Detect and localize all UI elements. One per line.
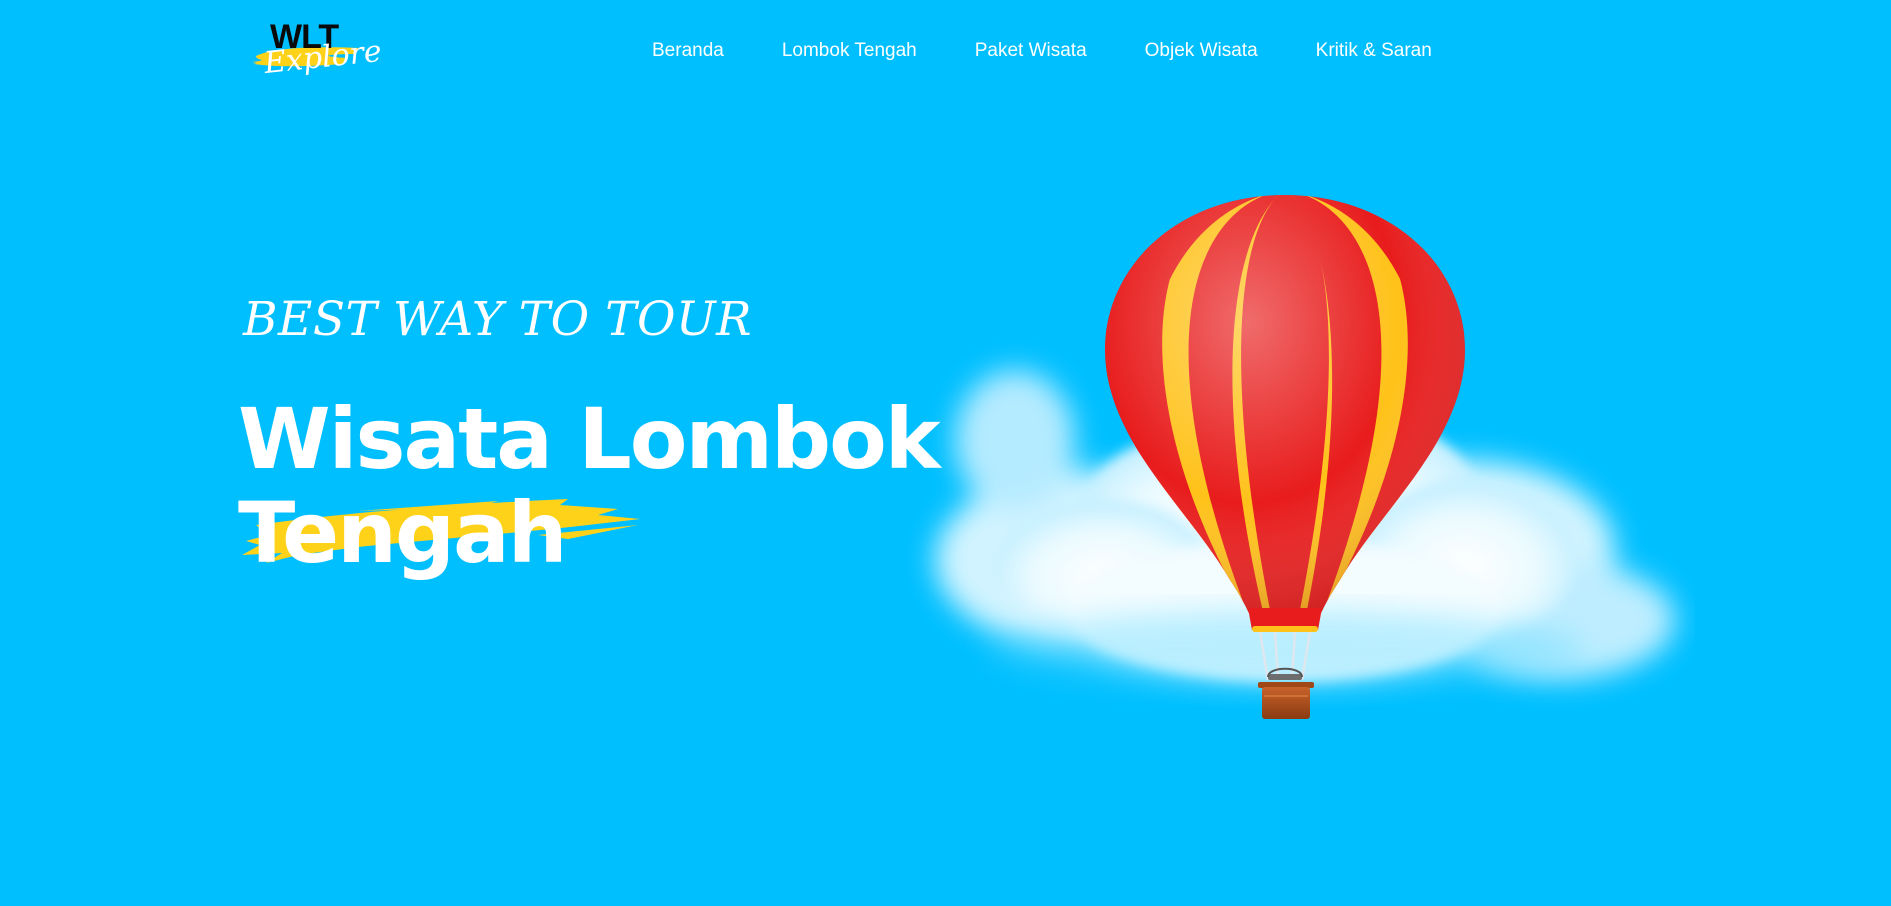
hot-air-balloon-icon	[1105, 195, 1465, 719]
hero-tagline: BEST WAY TO TOUR	[243, 292, 753, 347]
nav-link-beranda[interactable]: Beranda	[652, 40, 724, 62]
headline-line-2: Tengah	[238, 484, 568, 582]
headline-line-1: Wisata Lombok	[238, 390, 941, 488]
main-nav: Beranda Lombok Tengah Paket Wisata Objek…	[652, 40, 1432, 62]
site-logo[interactable]: WLT Explore	[252, 18, 383, 81]
hero-headline: Wisata Lombok Tengah	[238, 390, 941, 582]
nav-link-paket-wisata[interactable]: Paket Wisata	[975, 40, 1087, 62]
nav-link-objek-wisata[interactable]: Objek Wisata	[1145, 40, 1258, 62]
nav-link-kritik-saran[interactable]: Kritik & Saran	[1316, 40, 1432, 62]
nav-link-lombok-tengah[interactable]: Lombok Tengah	[782, 40, 917, 62]
